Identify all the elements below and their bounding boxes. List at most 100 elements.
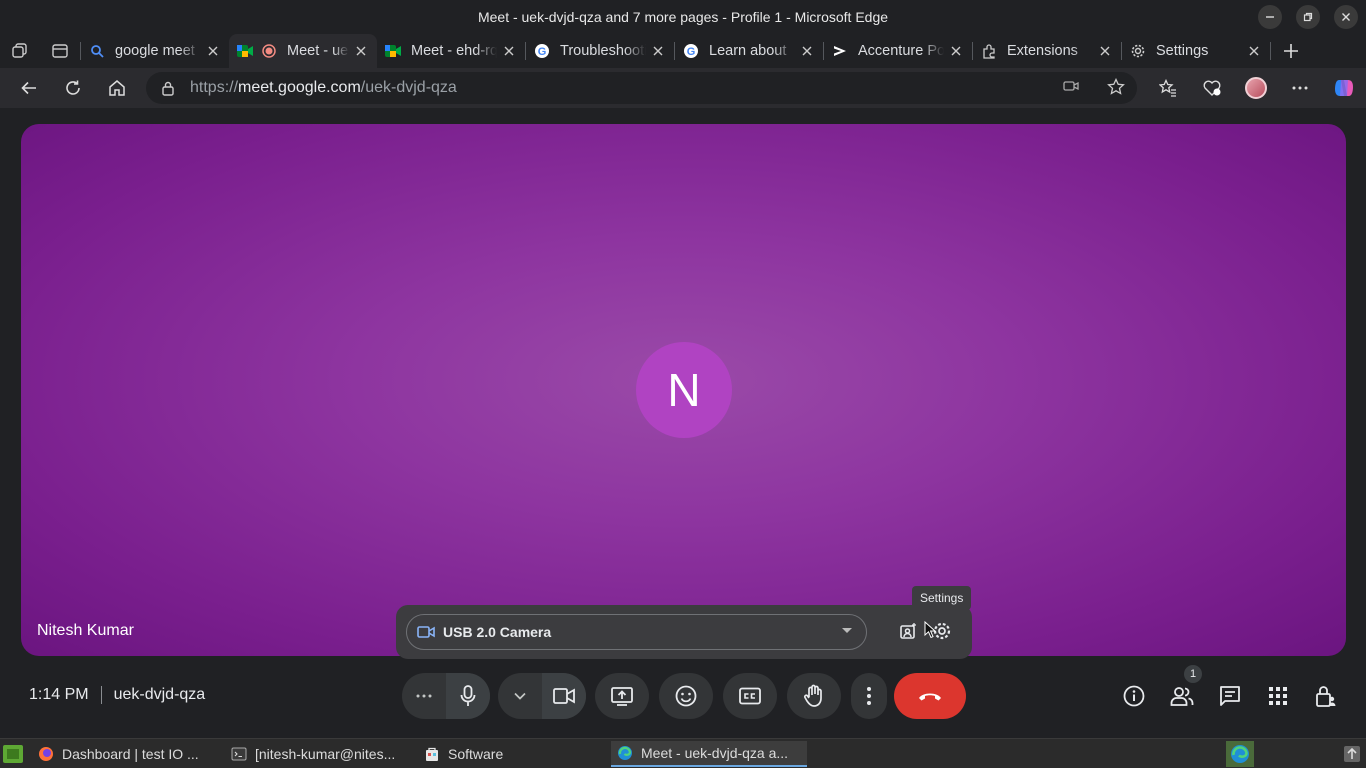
tab-actions-button[interactable] (40, 34, 80, 68)
software-icon (426, 747, 438, 761)
close-tab-icon[interactable] (501, 43, 517, 59)
extensions-icon (981, 43, 997, 59)
window-titlebar: Meet - uek-dvjd-qza and 7 more pages - P… (0, 0, 1366, 34)
tab-label: Troubleshooting (560, 43, 646, 59)
lock-person-icon (1316, 686, 1336, 707)
minimize-button[interactable] (1258, 5, 1282, 29)
taskbar-label: Meet - uek-dvjd-qza a... (641, 745, 789, 761)
participant-tile[interactable]: N Nitesh Kumar (21, 124, 1346, 656)
workspaces-button[interactable] (0, 34, 40, 68)
home-button[interactable] (95, 68, 139, 108)
chevron-down-icon (514, 692, 526, 700)
tab-label: google meet (115, 43, 195, 59)
meet-icon (385, 43, 401, 59)
participant-avatar: N (636, 342, 732, 438)
tab-label: Learn about (709, 43, 787, 59)
reactions-button[interactable] (659, 673, 713, 719)
captions-button[interactable] (723, 673, 777, 719)
camera-options-panel: USB 2.0 Camera (396, 605, 972, 659)
portrait-sparkle-icon (900, 623, 916, 639)
more-options-button[interactable] (851, 673, 887, 719)
close-tab-icon[interactable] (1246, 43, 1262, 59)
taskbar-item-terminal[interactable]: [nitesh-kumar@nites... (225, 741, 401, 767)
back-button[interactable] (7, 68, 51, 108)
tray-edge-button[interactable] (1226, 741, 1254, 767)
more-horizontal-icon (416, 694, 432, 698)
audio-options-button[interactable] (402, 694, 446, 698)
close-tab-icon[interactable] (205, 43, 221, 59)
host-controls-button[interactable] (1314, 684, 1338, 708)
lock-icon[interactable] (146, 80, 190, 96)
tab-label: Extensions (1007, 43, 1078, 59)
people-button[interactable] (1170, 684, 1194, 708)
hand-icon (803, 684, 822, 707)
shield-update-icon (1344, 746, 1360, 762)
tray-update-button[interactable] (1340, 741, 1364, 767)
close-tab-icon[interactable] (353, 43, 369, 59)
tab-label: Meet - uek-dvjd-qza (287, 43, 349, 59)
close-tab-icon[interactable] (799, 43, 815, 59)
url-scheme: https:// (190, 79, 239, 96)
smiley-icon (675, 685, 697, 707)
people-count-badge: 1 (1184, 665, 1202, 683)
apps-grid-icon (1269, 687, 1287, 705)
restore-button[interactable] (1296, 5, 1320, 29)
browser-essentials-button[interactable] (1190, 68, 1234, 108)
info-icon (1123, 685, 1145, 707)
raise-hand-button[interactable] (787, 673, 841, 719)
tab-meet-uek[interactable]: Meet - uek-dvjd-qza (229, 34, 377, 68)
close-tab-icon[interactable] (1097, 43, 1113, 59)
mouse-cursor-icon (924, 621, 936, 639)
tab-accenture[interactable]: Accenture Portal (824, 34, 972, 68)
accenture-icon (832, 43, 848, 59)
close-window-button[interactable] (1334, 5, 1358, 29)
meeting-time: 1:14 PM (29, 686, 89, 703)
meeting-details-button[interactable] (1122, 684, 1146, 708)
video-camera-icon (553, 688, 575, 704)
taskbar-item-software[interactable]: Software (418, 741, 509, 767)
closed-captions-icon (739, 687, 761, 705)
taskbar-item-dashboard[interactable]: Dashboard | test IO ... (32, 741, 205, 767)
tab-settings[interactable]: Settings (1122, 34, 1270, 68)
address-bar[interactable]: https://meet.google.com/uek-dvjd-qza (146, 72, 1137, 104)
microphone-icon (460, 685, 476, 706)
tab-google-meet-search[interactable]: google meet (81, 34, 229, 68)
microphone-button[interactable] (446, 673, 490, 719)
tab-troubleshooting[interactable]: G Troubleshooting (526, 34, 674, 68)
camera-device-label: USB 2.0 Camera (443, 624, 552, 640)
present-screen-button[interactable] (595, 673, 649, 719)
profile-button[interactable] (1234, 68, 1278, 108)
microphone-control (402, 673, 490, 719)
camera-device-select[interactable]: USB 2.0 Camera (406, 614, 867, 650)
tab-learn-about[interactable]: G Learn about (675, 34, 823, 68)
new-tab-button[interactable] (1271, 34, 1311, 68)
start-menu-button[interactable] (0, 741, 26, 767)
mint-menu-icon (3, 745, 23, 763)
camera-button[interactable] (542, 673, 586, 719)
url-text: https://meet.google.com/uek-dvjd-qza (190, 79, 457, 97)
camera-control (498, 673, 586, 719)
copilot-button[interactable] (1322, 68, 1366, 108)
camera-in-use-icon[interactable] (1063, 78, 1079, 96)
leave-call-button[interactable] (894, 673, 966, 719)
camera-portrait-button[interactable] (896, 619, 920, 643)
more-menu-button[interactable] (1278, 68, 1322, 108)
present-screen-icon (611, 687, 633, 706)
taskbar-item-edge-meet[interactable]: Meet - uek-dvjd-qza a... (611, 741, 807, 767)
tab-label: Meet - ehd-rqxz (411, 43, 497, 59)
taskbar-label: [nitesh-kumar@nites... (255, 746, 396, 762)
close-tab-icon[interactable] (948, 43, 964, 59)
heart-pulse-icon (1203, 80, 1221, 96)
refresh-button[interactable] (51, 68, 95, 108)
close-tab-icon[interactable] (650, 43, 666, 59)
favorites-button[interactable] (1146, 68, 1190, 108)
chat-button[interactable] (1218, 684, 1242, 708)
tab-extensions[interactable]: Extensions (973, 34, 1121, 68)
favorite-star-icon[interactable] (1107, 78, 1125, 96)
activities-button[interactable] (1266, 684, 1290, 708)
workspaces-icon (12, 43, 27, 58)
tab-meet-ehd[interactable]: Meet - ehd-rqxz (377, 34, 525, 68)
video-options-button[interactable] (498, 692, 542, 700)
terminal-icon (231, 747, 247, 761)
taskbar-label: Dashboard | test IO ... (62, 746, 199, 762)
